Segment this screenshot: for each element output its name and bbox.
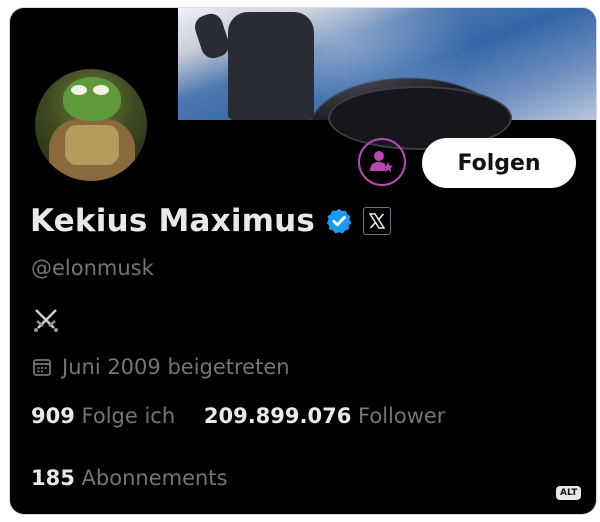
user-handle: @elonmusk (31, 256, 154, 280)
display-name: Kekius Maximus (30, 203, 316, 239)
subscriptions-row: 185 Abonnements (31, 466, 249, 490)
followers-count: 209.899.076 (203, 404, 352, 428)
followers-label: Follower (358, 404, 446, 428)
crossed-swords-icon (34, 309, 58, 332)
profile-banner[interactable] (178, 8, 596, 150)
following-link[interactable]: 909 Folge ich (31, 404, 182, 428)
banner-arm (191, 10, 233, 62)
banner-figure (228, 12, 314, 120)
subscriptions-label: Abonnements (81, 466, 228, 490)
avatar[interactable] (32, 66, 150, 184)
bio (32, 306, 60, 338)
following-label: Folge ich (81, 404, 176, 428)
subscribe-button[interactable] (358, 138, 406, 186)
subscriptions-count: 185 (31, 466, 75, 490)
person-star-icon (370, 151, 393, 172)
stats-row: 909 Folge ich 209.899.076 Follower (31, 404, 467, 428)
alt-text-badge[interactable]: ALT (556, 486, 582, 500)
follow-button[interactable]: Folgen (422, 138, 576, 188)
subscriptions-link[interactable]: 185 Abonnements (31, 466, 227, 490)
join-date: Juni 2009 beigetreten (32, 355, 290, 379)
profile-card: Folgen Kekius Maximus @elonmusk Juni 200… (10, 8, 596, 514)
following-count: 909 (31, 404, 75, 428)
verified-badge-icon[interactable] (325, 207, 353, 235)
join-date-text: Juni 2009 beigetreten (62, 355, 290, 379)
followers-link[interactable]: 209.899.076 Follower (204, 404, 446, 428)
x-affiliate-badge[interactable] (363, 207, 392, 235)
x-logo-icon (369, 213, 386, 229)
calendar-icon (33, 359, 51, 376)
name-row: Kekius Maximus (30, 203, 392, 239)
